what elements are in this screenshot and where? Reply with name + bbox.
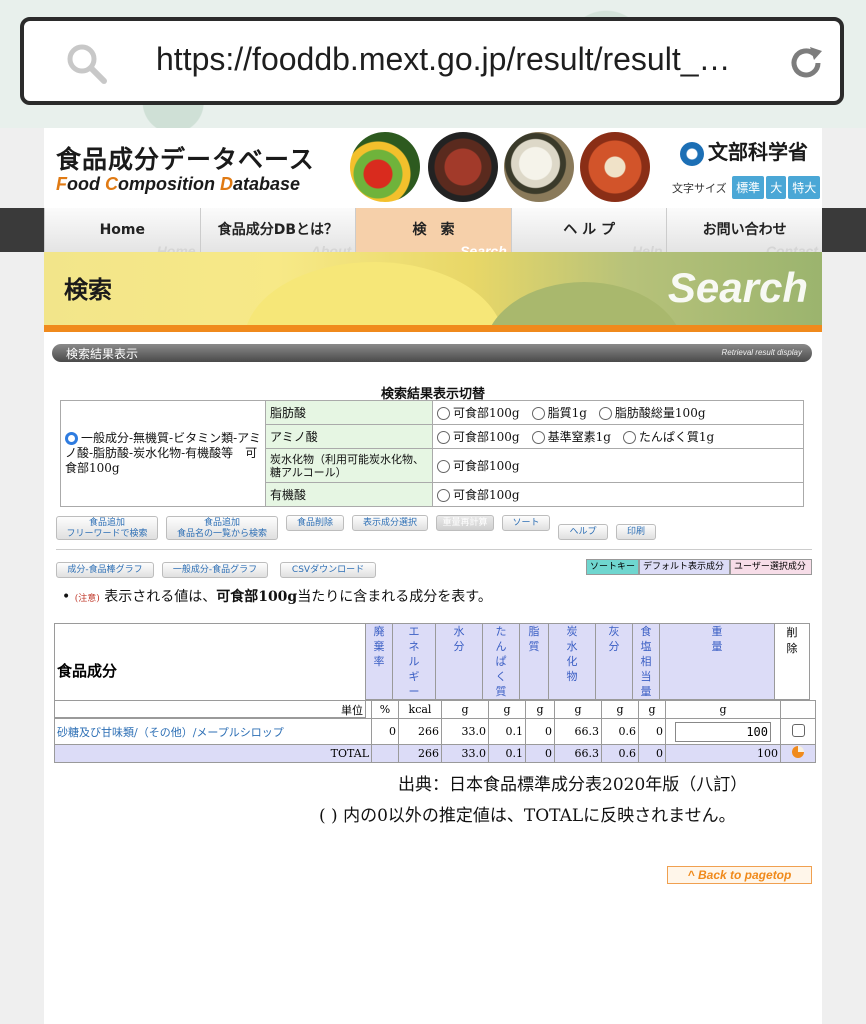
col-protein[interactable]: たんぱく質 xyxy=(482,623,520,700)
col-fat[interactable]: 脂質 xyxy=(519,623,549,700)
component-bar-graph-button[interactable]: 成分-食品棒グラフ xyxy=(56,562,154,578)
crab-photo xyxy=(580,132,650,202)
page-title: 検索 xyxy=(64,276,112,304)
meat-photo xyxy=(428,132,498,202)
radio-general-selected[interactable] xyxy=(65,432,78,445)
row-label: 脂肪酸 xyxy=(265,400,433,425)
row-label: アミノ酸 xyxy=(265,424,433,449)
col-energy[interactable]: エネルギー xyxy=(392,623,436,700)
page-banner: 検索 Search xyxy=(44,252,822,332)
col-delete: 削除 xyxy=(774,623,810,700)
site-logo-en: Food Composition Database xyxy=(56,174,301,194)
recalculate-weight-button[interactable]: 重量再計算 xyxy=(436,515,494,531)
add-food-list-button[interactable]: 食品追加 食品名の一覧から検索 xyxy=(166,516,278,540)
delete-checkbox[interactable] xyxy=(791,723,805,737)
page-margin-right xyxy=(822,128,866,1024)
section-header: 検索結果表示 Retrieval result display xyxy=(52,344,812,362)
organic-acid-options: 可食部100g xyxy=(432,482,804,507)
font-size-selector: 文字サイズ 標準大特大 xyxy=(672,176,821,199)
legend-sort-key: ソートキー xyxy=(586,559,639,575)
row-label: 炭水化物（利用可能炭水化物、糖アルコール） xyxy=(265,448,433,483)
legend-default: デフォルト表示成分 xyxy=(639,559,730,575)
nav-help[interactable]: ヘ ル プ Help xyxy=(510,208,667,258)
sort-button[interactable]: ソート xyxy=(502,515,550,531)
banner-en-title: Search xyxy=(667,264,808,311)
general-component-graph-button[interactable]: 一般成分-食品グラフ xyxy=(162,562,268,578)
total-row: TOTAL 266 33.0 0.1 0 66.3 0.6 0 100 xyxy=(54,744,816,763)
pie-chart-icon[interactable] xyxy=(792,746,804,758)
fatty-acid-options: 可食部100g 脂質1g 脂肪酸総量100g xyxy=(432,400,804,425)
select-display-components-button[interactable]: 表示成分選択 xyxy=(352,515,428,531)
ministry-logo[interactable]: 文部科学省 xyxy=(680,136,808,166)
weight-input[interactable] xyxy=(675,721,771,742)
reload-icon[interactable] xyxy=(786,43,826,83)
delete-food-button[interactable]: 食品削除 xyxy=(286,515,344,531)
col-salt[interactable]: 食塩相当量 xyxy=(632,623,660,700)
note-text: • (注意) 表示される値は、可食部100g当たりに含まれる成分を表す。 xyxy=(62,589,492,605)
page-margin-left xyxy=(0,128,44,1024)
csv-download-button[interactable]: CSVダウンロード xyxy=(280,562,376,578)
row-label: 有機酸 xyxy=(265,482,433,507)
address-bar[interactable]: https://fooddb.mext.go.jp/result/result_… xyxy=(20,17,844,105)
site-header: 食品成分データベース Food Composition Database 文部科… xyxy=(44,128,822,208)
legend-user: ユーザー選択成分 xyxy=(730,559,812,575)
col-weight: 重量 xyxy=(659,623,775,700)
general-option-cell[interactable]: 一般成分-無機質-ビタミン類-アミノ酸-脂肪酸-炭水化物-有機酸等 可食部100… xyxy=(60,400,266,507)
nav-about[interactable]: 食品成分DBとは？ About xyxy=(199,208,356,258)
col-ash[interactable]: 灰分 xyxy=(595,623,633,700)
nav-band-left xyxy=(0,208,44,252)
table-row: 砂糖及び甘味類/（その他）/メープルシロップ 0 266 33.0 0.1 0 … xyxy=(54,718,816,745)
font-size-standard[interactable]: 標準 xyxy=(732,176,765,199)
main-nav: Home Home 食品成分DBとは？ About 検 索 Search ヘ ル プH… xyxy=(44,208,822,258)
col-refuse-rate[interactable]: 廃棄率 xyxy=(365,623,393,700)
col-carbohydrate[interactable]: 炭水化物 xyxy=(548,623,596,700)
vegetables-photo xyxy=(350,132,420,202)
print-button[interactable]: 印刷 xyxy=(616,524,656,540)
nav-search[interactable]: 検 索 Search xyxy=(355,208,511,258)
back-to-top-link[interactable]: ^ Back to pagetop xyxy=(667,866,812,884)
search-icon xyxy=(67,44,107,84)
unit-label: 単位 xyxy=(54,700,372,719)
divider xyxy=(56,549,812,550)
food-name-link[interactable]: 砂糖及び甘味類/（その他）/メープルシロップ xyxy=(54,718,372,745)
amino-acid-options: 可食部100g 基準窒素1g たんぱく質1g xyxy=(432,424,804,449)
help-button[interactable]: ヘルプ xyxy=(558,524,608,540)
nav-home[interactable]: Home Home xyxy=(44,208,200,258)
carbohydrate-options: 可食部100g xyxy=(432,448,804,483)
col-water[interactable]: 水分 xyxy=(435,623,483,700)
nav-band-right xyxy=(822,208,866,252)
nav-contact[interactable]: お問い合わせ Contact xyxy=(666,208,822,258)
font-size-large[interactable]: 大 xyxy=(766,176,787,199)
url-text: https://fooddb.mext.go.jp/result/result_… xyxy=(156,41,731,77)
citation-source: 出典：日本食品標準成分表2020年版（八訂） xyxy=(398,775,748,795)
site-logo-jp[interactable]: 食品成分データベース xyxy=(56,140,315,176)
rice-ball-photo xyxy=(504,132,574,202)
add-food-freeword-button[interactable]: 食品追加 フリーワードで検索 xyxy=(56,516,158,540)
display-switch-table: 一般成分-無機質-ビタミン類-アミノ酸-脂肪酸-炭水化物-有機酸等 可食部100… xyxy=(60,400,804,507)
banner-underline xyxy=(44,325,822,332)
citation-note: ( ) 内の0以外の推定値は、TOTALに反映されません。 xyxy=(319,806,736,826)
nutrient-table-body: 単位 % kcal g g g g g g g 砂糖及び甘味類/（その他）/メー… xyxy=(54,700,816,763)
font-size-xlarge[interactable]: 特大 xyxy=(788,176,821,199)
ministry-mark-icon xyxy=(680,141,704,166)
